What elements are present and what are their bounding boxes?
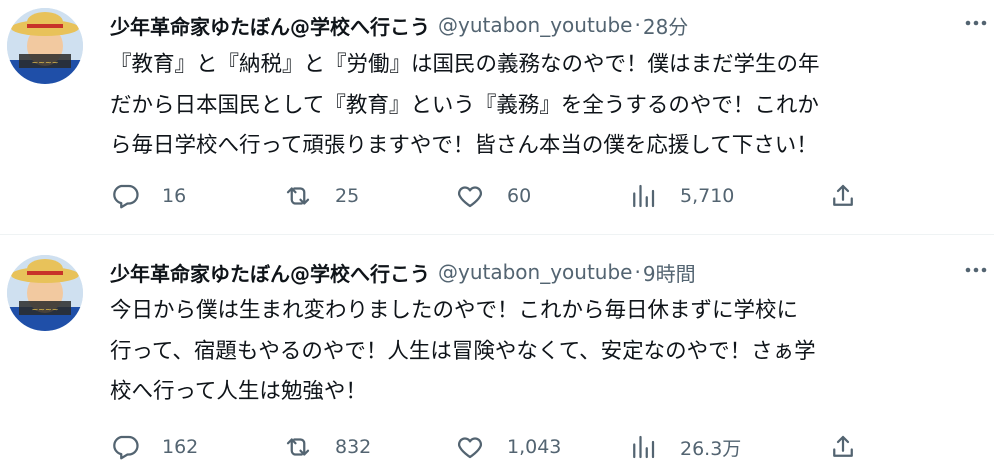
tweet[interactable]: ~~~~ 少年革命家ゆたぼん@学校へ行こう @yutabon_youtube ·…	[0, 235, 994, 470]
tweet-actions: 162 832 1,043 26.3万	[110, 429, 960, 465]
like-button[interactable]: 60	[455, 178, 531, 214]
user-handle[interactable]: @yutabon_youtube	[438, 13, 632, 37]
more-icon[interactable]	[963, 257, 989, 283]
retweet-icon	[286, 187, 310, 205]
retweet-button[interactable]: 25	[283, 178, 359, 214]
timeline: ~~~~ 少年革命家ゆたぼん@学校へ行こう @yutabon_youtube ·…	[0, 0, 994, 470]
share-icon	[833, 184, 853, 206]
share-button[interactable]	[828, 429, 858, 465]
tweet-text-line: だから日本国民として『教育』という『義務』を全うするのやで！これか	[110, 92, 819, 118]
avatar[interactable]: ~~~~	[7, 255, 83, 331]
tweet-text-line: ら毎日学校へ行って頑張りますやで！皆さん本当の僕を応援して下さい！	[110, 133, 818, 158]
views-button[interactable]: 5,710	[628, 178, 734, 214]
timestamp[interactable]: 28分	[643, 11, 688, 40]
tweet-actions: 16 25 60 5,710	[110, 178, 960, 214]
tweet-text: 『教育』と『納税』と『労働』は国民の義務なのやで！僕はまだ学生の年 だから日本国…	[110, 45, 990, 167]
timestamp[interactable]: 9時間	[643, 258, 696, 287]
display-name[interactable]: 少年革命家ゆたぼん@学校へ行こう	[110, 258, 430, 287]
tweet-text-line: 今日から僕は生まれ変わりましたのやで！これから毎日休まずに学校に	[110, 298, 799, 323]
like-button[interactable]: 1,043	[455, 429, 561, 465]
reply-count: 16	[162, 185, 187, 207]
share-icon	[833, 435, 853, 457]
like-count: 1,043	[507, 436, 562, 458]
more-icon[interactable]	[963, 10, 989, 36]
svg-text:~~~~: ~~~~	[32, 305, 59, 314]
display-name[interactable]: 少年革命家ゆたぼん@学校へ行こう	[110, 11, 430, 40]
retweet-button[interactable]: 832	[283, 429, 371, 465]
user-handle[interactable]: @yutabon_youtube	[438, 260, 632, 284]
view-count: 5,710	[680, 185, 735, 207]
svg-text:~~~~: ~~~~	[32, 58, 59, 67]
avatar[interactable]: ~~~~	[7, 8, 83, 84]
views-button[interactable]: 26.3万	[628, 429, 741, 465]
tweet-text: 今日から僕は生まれ変わりましたのやで！これから毎日休まずに学校に 行って、宿題も…	[110, 291, 990, 413]
tweet-header: 少年革命家ゆたぼん@学校へ行こう @yutabon_youtube · 9時間	[110, 257, 696, 287]
tweet-text-line: 行って、宿題もやるのやで！人生は冒険やなくて、安定なのやで！さぁ学	[110, 338, 816, 364]
tweet[interactable]: ~~~~ 少年革命家ゆたぼん@学校へ行こう @yutabon_youtube ·…	[0, 0, 994, 234]
retweet-count: 25	[335, 185, 360, 207]
tweet-text-line: 校へ行って人生は勉強や！	[110, 379, 367, 404]
separator: ·	[634, 260, 641, 284]
reply-count: 162	[162, 436, 199, 458]
tweet-header: 少年革命家ゆたぼん@学校へ行こう @yutabon_youtube · 28分	[110, 10, 688, 40]
reply-icon	[113, 435, 139, 460]
reply-icon	[113, 184, 139, 209]
tweet-text-line: 『教育』と『納税』と『労働』は国民の義務なのやで！僕はまだ学生の年	[110, 52, 820, 77]
retweet-count: 832	[335, 436, 372, 458]
heart-icon	[457, 186, 483, 208]
views-icon	[633, 184, 655, 208]
retweet-icon	[286, 438, 310, 456]
like-count: 60	[507, 185, 532, 207]
views-icon	[633, 435, 655, 459]
view-count: 26.3万	[680, 437, 742, 460]
heart-icon	[457, 437, 483, 459]
separator: ·	[634, 13, 641, 37]
reply-button[interactable]: 16	[110, 178, 186, 214]
share-button[interactable]	[828, 178, 858, 214]
reply-button[interactable]: 162	[110, 429, 198, 465]
